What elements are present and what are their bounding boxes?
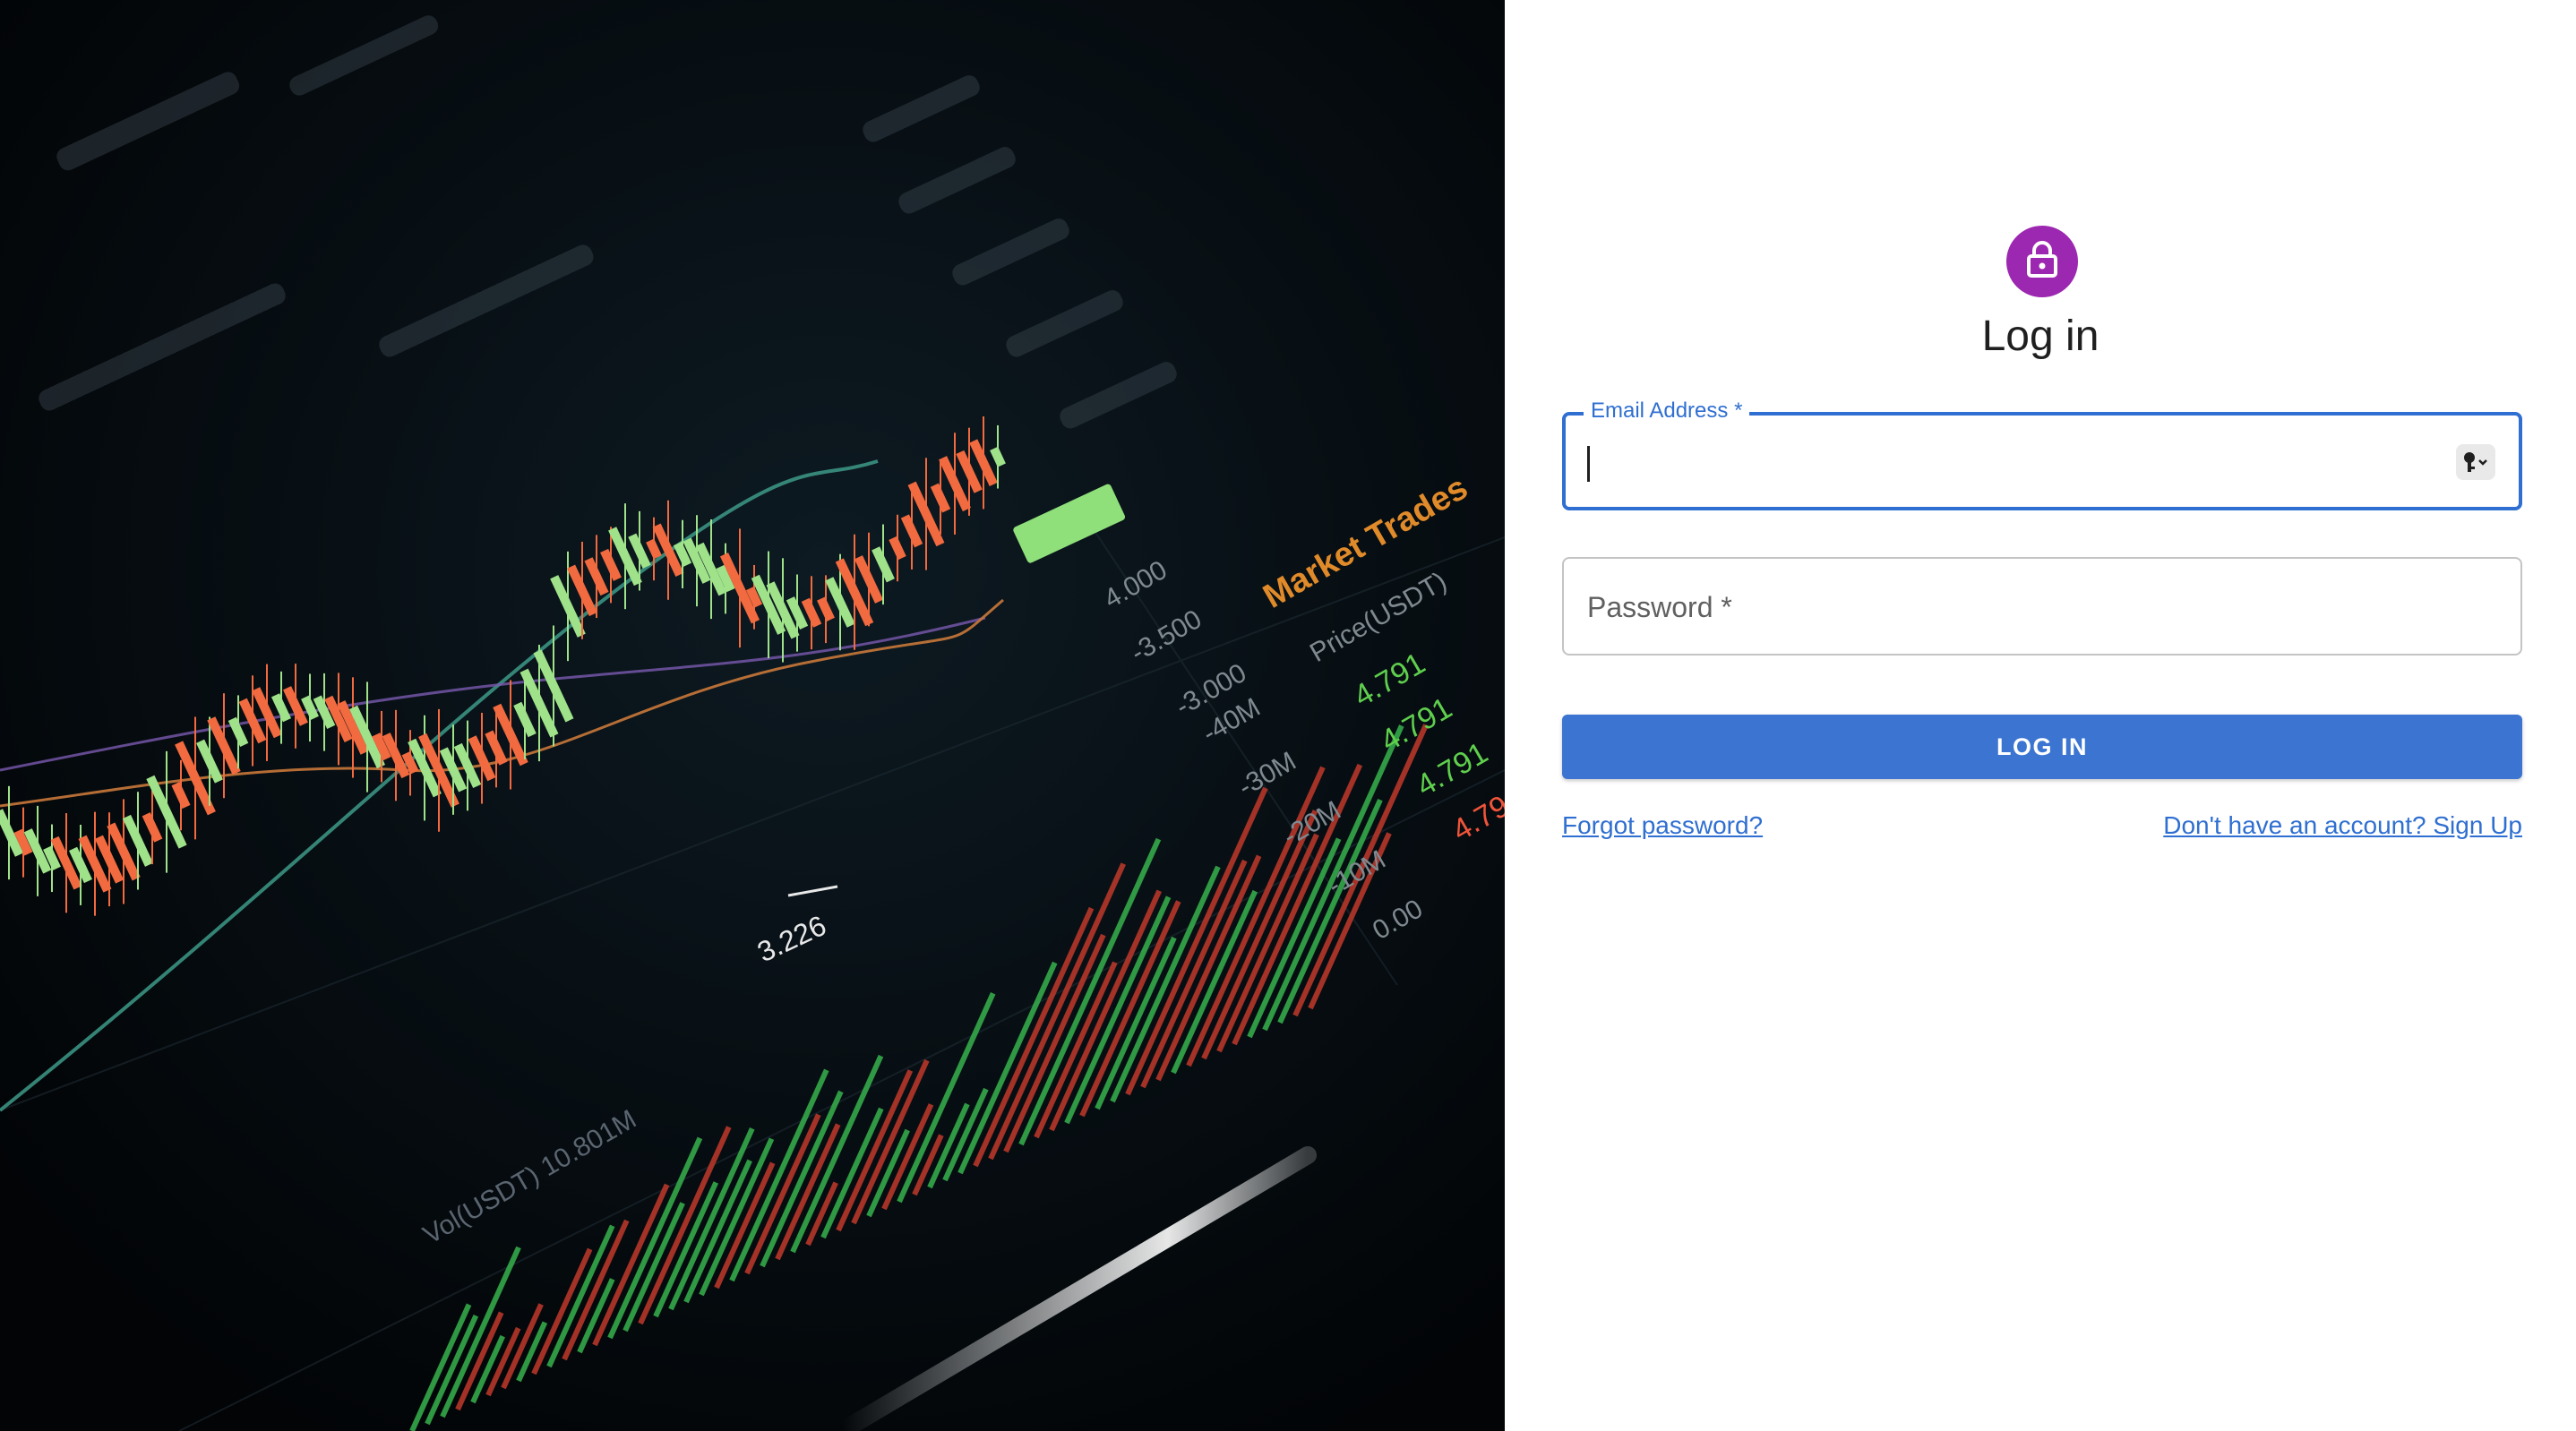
- email-field[interactable]: Email Address *: [1562, 396, 2522, 510]
- login-panel: Log in Email Address * Password * LOG IN…: [1505, 0, 2576, 1431]
- forgot-password-link[interactable]: Forgot password?: [1562, 811, 1763, 840]
- key-icon[interactable]: [2456, 444, 2495, 480]
- password-placeholder: Password *: [1587, 591, 1732, 623]
- lock-avatar: [2006, 226, 2078, 297]
- lock-icon: [2025, 240, 2059, 283]
- password-field[interactable]: Password *: [1562, 557, 2522, 656]
- trading-chart-photo: 3.226 -40M -30M -20M -10M 0.00 4.000 -3.…: [0, 0, 1505, 1431]
- login-button[interactable]: LOG IN: [1562, 715, 2522, 779]
- hero-image: 3.226 -40M -30M -20M -10M 0.00 4.000 -3.…: [0, 0, 1505, 1431]
- page-title: Log in: [1981, 313, 2099, 360]
- signup-link[interactable]: Don't have an account? Sign Up: [2163, 811, 2522, 840]
- text-cursor: [1587, 446, 1590, 482]
- email-label: Email Address *: [1584, 396, 1750, 426]
